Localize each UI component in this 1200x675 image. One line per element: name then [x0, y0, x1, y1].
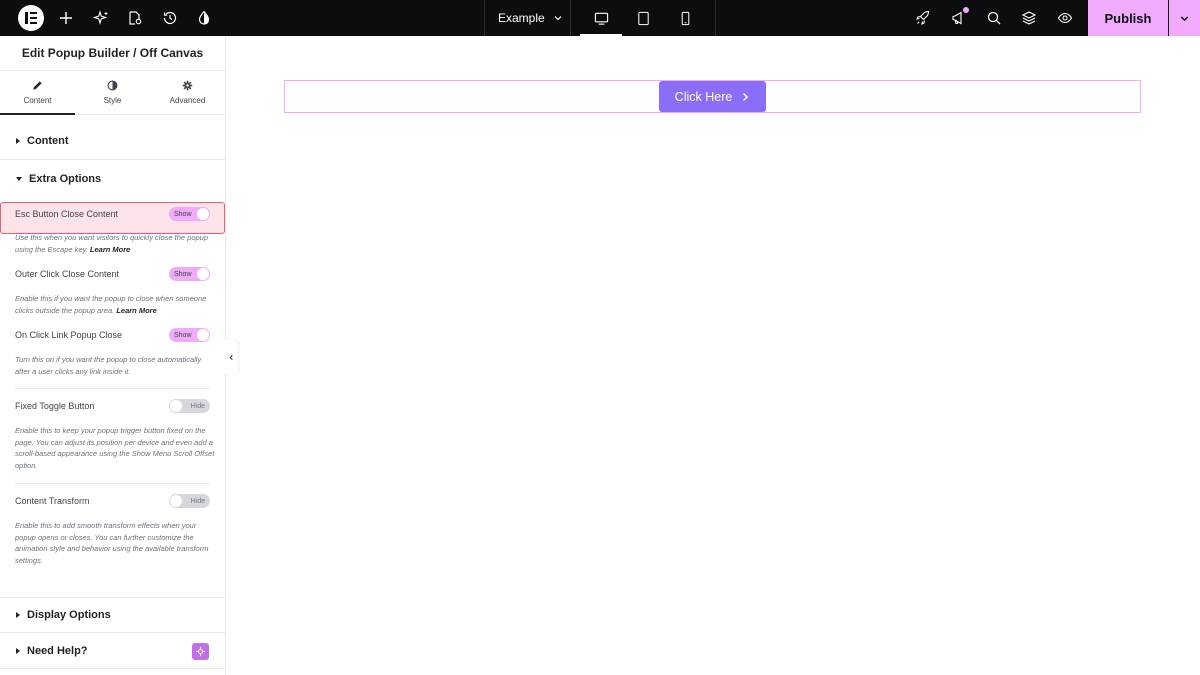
history-icon[interactable]	[161, 9, 179, 27]
structure-layers-icon[interactable]	[1020, 9, 1038, 27]
page-settings-icon[interactable]	[126, 9, 144, 27]
control-label: On Click Link Popup Close	[15, 330, 123, 340]
top-bar: Example Publish	[0, 0, 1200, 36]
tab-advanced[interactable]: Advanced	[150, 71, 225, 114]
divider	[570, 0, 571, 36]
pencil-icon	[33, 81, 42, 90]
click-here-button[interactable]: Click Here	[659, 81, 766, 112]
switch-knob	[197, 268, 209, 280]
switch-state: Hide	[190, 497, 205, 505]
section-title: Content	[27, 135, 69, 147]
control-label: Content Transform	[15, 496, 90, 506]
chevron-down-icon	[554, 16, 562, 21]
tab-content[interactable]: Content	[0, 71, 75, 115]
contrast-icon	[107, 80, 118, 91]
switch-knob	[197, 208, 209, 220]
switch-knob	[197, 329, 209, 341]
control-label: Outer Click Close Content	[15, 269, 120, 279]
tablet-icon	[637, 11, 649, 25]
control-description: Use this when you want visitors to quick…	[15, 232, 215, 255]
notifications-icon[interactable]	[950, 7, 969, 27]
add-element-icon[interactable]	[57, 9, 75, 27]
tab-label: Advanced	[169, 96, 206, 105]
control-content-transform: Content Transform Hide	[15, 493, 210, 509]
tab-style[interactable]: Style	[75, 71, 150, 114]
divider	[484, 0, 485, 36]
notification-badge	[963, 7, 969, 13]
tab-label: Content	[23, 96, 52, 105]
divider	[15, 388, 210, 389]
control-outer-click-close: Outer Click Close Content Show	[15, 266, 210, 282]
caret-right-icon	[16, 612, 20, 618]
preview-eye-icon[interactable]	[1056, 9, 1074, 27]
control-description: Turn this on if you want the popup to cl…	[15, 355, 202, 376]
site-style-icon[interactable]	[195, 9, 213, 27]
page-title: Example	[498, 11, 545, 25]
divider	[15, 483, 210, 484]
content-transform-switch[interactable]: Hide	[169, 494, 210, 508]
caret-down-icon	[16, 176, 22, 181]
control-esc-button-close: Esc Button Close Content Show	[15, 206, 210, 222]
control-fixed-toggle-button: Fixed Toggle Button Hide	[15, 398, 210, 414]
mobile-icon	[681, 11, 689, 25]
outer-click-switch[interactable]: Show	[169, 267, 210, 281]
divider	[715, 0, 716, 36]
panel-tabs: Content Style Advanced	[0, 70, 225, 115]
chevron-down-icon	[1180, 15, 1189, 21]
learn-more-link[interactable]: Learn More	[116, 306, 156, 315]
panel-title: Edit Popup Builder / Off Canvas	[21, 46, 204, 60]
link-close-switch[interactable]: Show	[169, 328, 210, 342]
control-description: Enable this if you want the popup to clo…	[15, 293, 215, 316]
switch-knob	[170, 400, 182, 412]
caret-right-icon	[16, 138, 20, 144]
control-label: Esc Button Close Content	[15, 209, 119, 219]
caret-right-icon	[16, 647, 20, 654]
collapse-panel-button[interactable]	[225, 340, 238, 374]
section-title: Extra Options	[29, 172, 102, 185]
publish-options-button[interactable]	[1169, 0, 1200, 36]
search-icon[interactable]	[985, 9, 1003, 27]
description-text: Enable this if you want the popup to clo…	[15, 294, 207, 315]
rocket-icon[interactable]	[914, 9, 932, 27]
button-label: Click Here	[674, 89, 733, 104]
control-description: Enable this to keep your popup trigger b…	[15, 426, 215, 470]
switch-state: Hide	[190, 402, 205, 410]
chevron-left-icon	[229, 354, 233, 360]
gear-icon	[182, 80, 193, 91]
tab-label: Style	[103, 96, 122, 105]
mobile-view-button[interactable]	[664, 0, 706, 36]
control-label: Fixed Toggle Button	[15, 401, 95, 411]
control-on-click-link-close: On Click Link Popup Close Show	[15, 327, 210, 343]
ai-sparkle-icon[interactable]	[92, 9, 110, 27]
section-content-toggle[interactable]: Content	[0, 123, 225, 160]
section-display-options-toggle[interactable]: Display Options	[0, 597, 225, 633]
chevron-right-icon	[743, 92, 749, 101]
publish-button[interactable]: Publish	[1088, 0, 1168, 36]
tablet-view-button[interactable]	[622, 0, 664, 36]
learn-more-link[interactable]: Learn More	[90, 245, 130, 254]
section-extra-options-toggle[interactable]: Extra Options	[0, 160, 225, 197]
section-title: Need Help?	[27, 644, 88, 657]
switch-state: Show	[174, 210, 192, 218]
switch-state: Show	[174, 331, 192, 339]
fixed-toggle-switch[interactable]: Hide	[169, 399, 210, 413]
switch-knob	[170, 495, 182, 507]
control-description: Enable this to add smooth transform effe…	[15, 521, 209, 565]
elementor-logo-icon[interactable]	[18, 5, 44, 31]
switch-state: Show	[174, 270, 192, 278]
desktop-view-button[interactable]	[580, 0, 622, 36]
desktop-icon	[594, 12, 608, 25]
section-need-help-toggle[interactable]: Need Help?	[0, 633, 225, 669]
page-title-dropdown[interactable]: Example	[498, 11, 563, 25]
help-widget-icon[interactable]	[192, 643, 209, 660]
section-title: Display Options	[27, 609, 111, 621]
esc-close-switch[interactable]: Show	[169, 207, 210, 221]
